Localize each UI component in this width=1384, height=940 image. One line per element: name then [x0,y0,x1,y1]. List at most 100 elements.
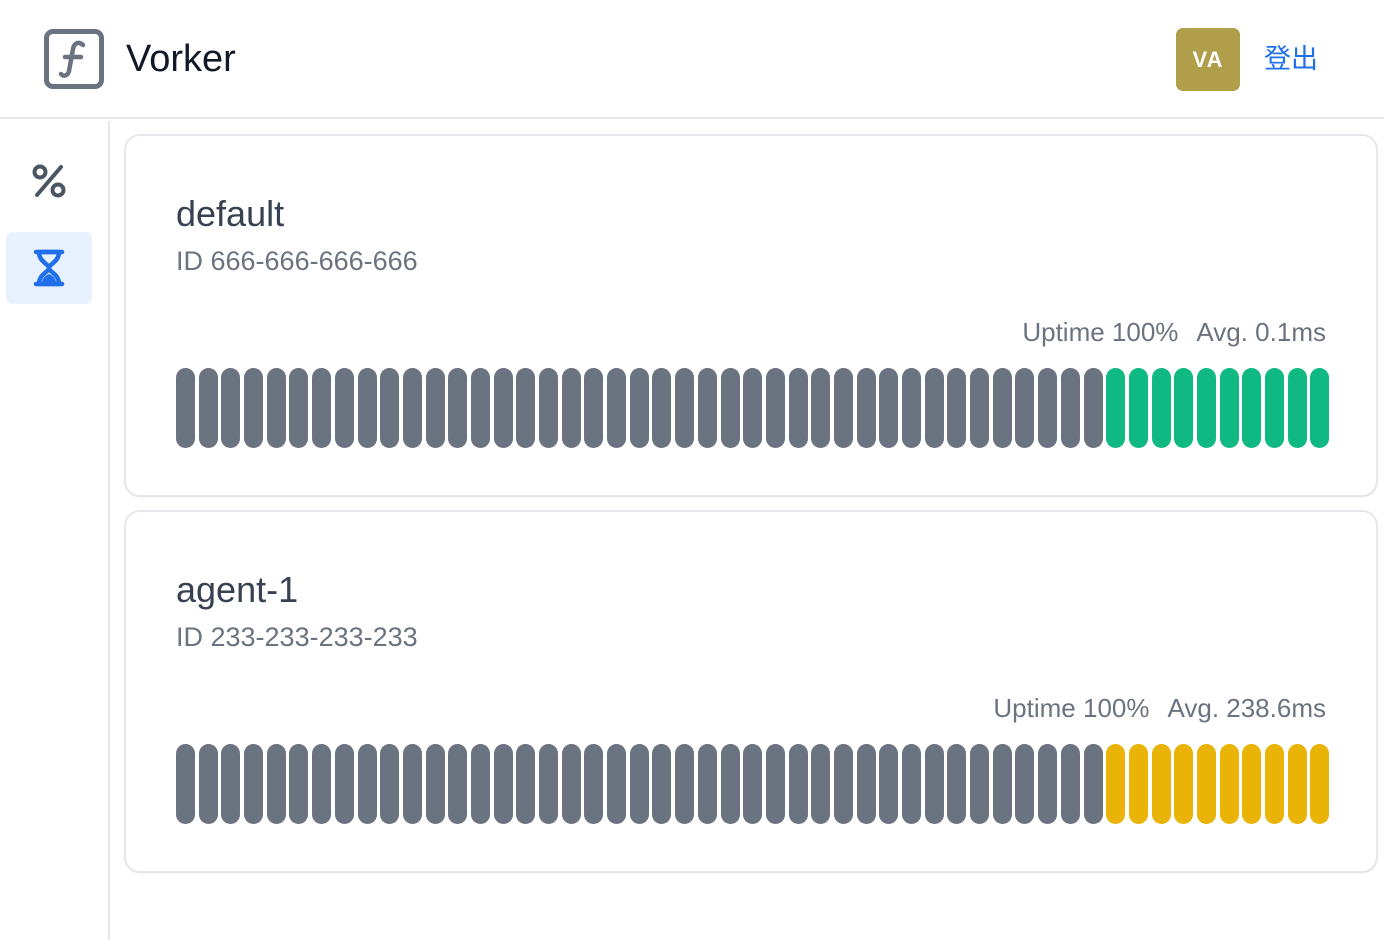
uptime-bar-empty[interactable] [1038,744,1058,824]
uptime-bar-up[interactable] [1219,744,1239,824]
uptime-bar-empty[interactable] [425,368,445,448]
uptime-bar-up[interactable] [1128,744,1148,824]
uptime-bar-empty[interactable] [856,744,876,824]
uptime-bar-empty[interactable] [584,744,604,824]
uptime-bar-empty[interactable] [970,368,990,448]
uptime-bar-up[interactable] [1128,368,1148,448]
uptime-bar-empty[interactable] [561,744,581,824]
uptime-bar-empty[interactable] [833,744,853,824]
uptime-bar-empty[interactable] [879,368,899,448]
uptime-bar-empty[interactable] [266,744,286,824]
uptime-bar-empty[interactable] [811,744,831,824]
uptime-bar-up[interactable] [1287,744,1307,824]
uptime-bar-up[interactable] [1242,744,1262,824]
uptime-bar-empty[interactable] [561,368,581,448]
uptime-bar-empty[interactable] [970,744,990,824]
uptime-bar-empty[interactable] [584,368,604,448]
uptime-bar-empty[interactable] [266,368,286,448]
uptime-bar-empty[interactable] [402,744,422,824]
uptime-bar-up[interactable] [1196,744,1216,824]
uptime-bar-up[interactable] [1287,368,1307,448]
sidebar-item-hourglass[interactable] [6,232,92,304]
uptime-bar-empty[interactable] [448,744,468,824]
uptime-bar-empty[interactable] [856,368,876,448]
uptime-bar-empty[interactable] [493,744,513,824]
uptime-bar-up[interactable] [1174,744,1194,824]
uptime-bar-empty[interactable] [244,368,264,448]
uptime-bar-empty[interactable] [697,744,717,824]
uptime-bar-empty[interactable] [539,744,558,824]
uptime-bar-empty[interactable] [629,368,649,448]
uptime-bar-empty[interactable] [992,744,1012,824]
uptime-bar-empty[interactable] [402,368,422,448]
uptime-bar-empty[interactable] [289,368,309,448]
uptime-bar-up[interactable] [1310,368,1330,448]
uptime-bar-empty[interactable] [924,744,944,824]
uptime-bar-empty[interactable] [1083,368,1103,448]
uptime-bar-empty[interactable] [607,744,627,824]
uptime-bar-empty[interactable] [176,368,195,448]
uptime-bar-empty[interactable] [470,744,490,824]
uptime-bar-empty[interactable] [448,368,468,448]
uptime-bar-empty[interactable] [334,744,354,824]
uptime-bar-up[interactable] [1242,368,1262,448]
uptime-bar-up[interactable] [1219,368,1239,448]
uptime-bar-up[interactable] [1196,368,1216,448]
uptime-bar-empty[interactable] [312,368,332,448]
uptime-bar-up[interactable] [1106,744,1126,824]
uptime-bar-empty[interactable] [743,368,763,448]
uptime-bar-empty[interactable] [697,368,717,448]
uptime-bar-empty[interactable] [811,368,831,448]
uptime-bar-empty[interactable] [947,744,967,824]
uptime-bar-empty[interactable] [947,368,967,448]
uptime-bar-empty[interactable] [312,744,332,824]
uptime-bar-empty[interactable] [652,368,672,448]
uptime-bar-empty[interactable] [902,744,921,824]
uptime-bar-up[interactable] [1265,744,1284,824]
uptime-bar-empty[interactable] [629,744,649,824]
uptime-bar-empty[interactable] [470,368,490,448]
uptime-bar-empty[interactable] [493,368,513,448]
uptime-bar-empty[interactable] [221,368,241,448]
uptime-bar-empty[interactable] [607,368,627,448]
uptime-bar-empty[interactable] [380,744,400,824]
uptime-bar-empty[interactable] [221,744,241,824]
uptime-bar-empty[interactable] [675,368,695,448]
uptime-bar-empty[interactable] [244,744,264,824]
uptime-bar-empty[interactable] [516,368,536,448]
uptime-bar-up[interactable] [1310,744,1330,824]
uptime-bar-empty[interactable] [357,744,377,824]
uptime-bar-empty[interactable] [1038,368,1058,448]
uptime-bar-empty[interactable] [198,368,218,448]
uptime-bar-empty[interactable] [788,368,808,448]
uptime-bar-empty[interactable] [198,744,218,824]
uptime-bar-empty[interactable] [380,368,400,448]
uptime-bar-empty[interactable] [1015,368,1035,448]
uptime-bar-empty[interactable] [992,368,1012,448]
uptime-bar-empty[interactable] [765,368,785,448]
uptime-bar-empty[interactable] [289,744,309,824]
uptime-bar-empty[interactable] [720,368,740,448]
uptime-bar-empty[interactable] [176,744,195,824]
uptime-bar-empty[interactable] [788,744,808,824]
user-avatar[interactable]: VA [1176,28,1240,91]
uptime-bar-empty[interactable] [879,744,899,824]
uptime-bar-empty[interactable] [516,744,536,824]
sidebar-item-percent[interactable] [6,145,92,217]
uptime-bar-empty[interactable] [743,744,763,824]
uptime-bar-empty[interactable] [902,368,921,448]
app-logo-icon[interactable] [44,29,104,89]
uptime-bar-up[interactable] [1151,744,1171,824]
uptime-bar-empty[interactable] [1060,744,1080,824]
uptime-bar-empty[interactable] [675,744,695,824]
uptime-bar-empty[interactable] [1083,744,1103,824]
uptime-bar-empty[interactable] [765,744,785,824]
uptime-bar-up[interactable] [1174,368,1194,448]
uptime-bar-empty[interactable] [833,368,853,448]
uptime-bar-empty[interactable] [357,368,377,448]
uptime-bar-empty[interactable] [334,368,354,448]
uptime-bar-empty[interactable] [1060,368,1080,448]
uptime-bar-empty[interactable] [1015,744,1035,824]
uptime-bar-empty[interactable] [924,368,944,448]
uptime-bar-up[interactable] [1151,368,1171,448]
